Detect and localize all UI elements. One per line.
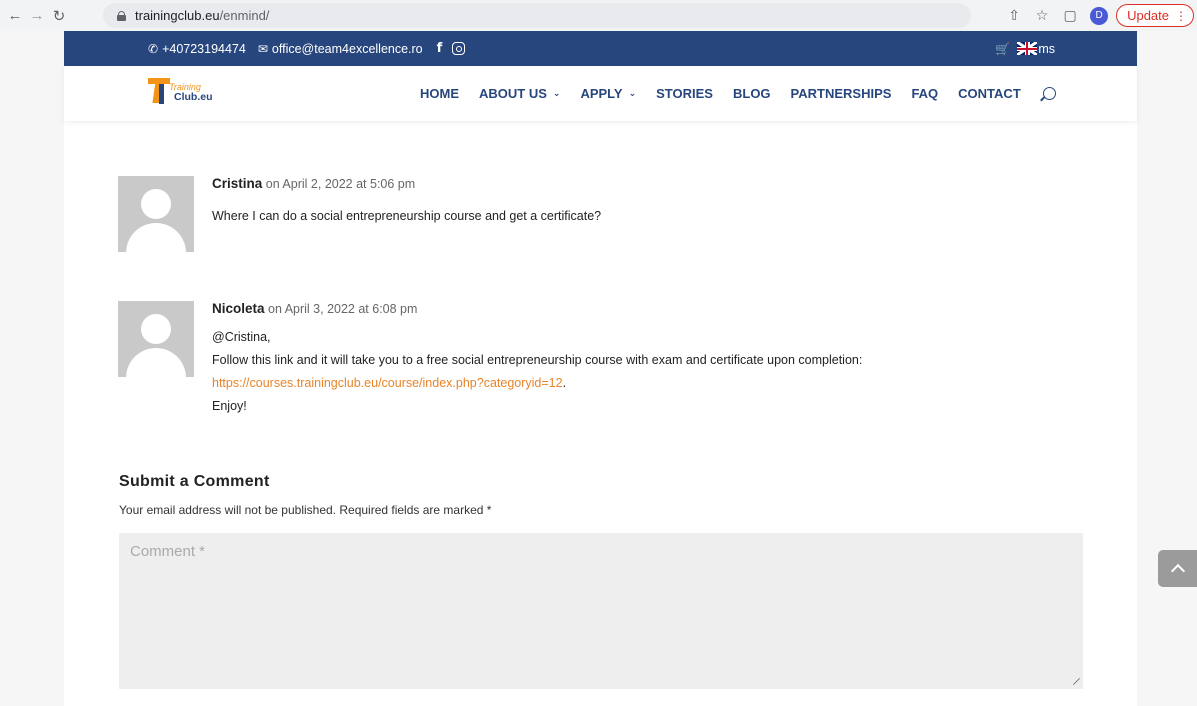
page-viewport: ✆ +40723194474 ✉ office@team4excellence.…: [0, 31, 1197, 706]
forward-icon[interactable]: →: [26, 5, 48, 27]
comment-content: Nicoleta on April 3, 2022 at 6:08 pm @Cr…: [212, 301, 1012, 418]
back-to-top-button[interactable]: [1158, 550, 1197, 587]
chevron-up-icon: [1170, 563, 1185, 579]
share-icon[interactable]: ⇧: [1002, 4, 1026, 28]
instagram-icon[interactable]: [452, 42, 466, 55]
chevron-down-icon: ⌄: [628, 88, 637, 98]
comment-text: Where I can do a social entrepreneurship…: [212, 209, 602, 223]
search-icon[interactable]: [1042, 87, 1056, 100]
comment-line: https://courses.trainingclub.eu/course/i…: [212, 376, 567, 390]
email-link[interactable]: ✉ office@team4excellence.ro: [258, 42, 423, 56]
site-header: Training Club.eu HOME ABOUT US ⌄ APPLY ⌄ S…: [64, 66, 1137, 121]
comment-item: Cristina on April 2, 2022 at 5:06 pm Whe…: [118, 176, 1018, 256]
topbar-right: 🛒 ms: [995, 31, 1055, 66]
url-path: /enmind/: [219, 8, 270, 23]
resize-handle-icon[interactable]: [1072, 677, 1080, 685]
nav-item-home[interactable]: HOME: [420, 86, 459, 101]
update-label: Update: [1127, 8, 1169, 23]
form-note: Your email address will not be published…: [119, 503, 492, 517]
nav-item-apply[interactable]: APPLY ⌄: [580, 86, 636, 101]
top-bar: ✆ +40723194474 ✉ office@team4excellence.…: [64, 31, 1137, 66]
more-menu-icon: ⋮: [1175, 8, 1187, 23]
language-code[interactable]: ms: [1038, 42, 1055, 56]
nav-item-faq[interactable]: FAQ: [911, 86, 938, 101]
comment-text: @Cristina, Follow this link and it will …: [212, 326, 1012, 418]
cart-icon[interactable]: 🛒: [995, 42, 1010, 56]
phone-link[interactable]: ✆ +40723194474: [148, 42, 246, 56]
nav-item-about-us[interactable]: ABOUT US ⌄: [479, 86, 560, 101]
comment-textarea[interactable]: [119, 533, 1083, 689]
comment-line: Enjoy!: [212, 399, 247, 413]
chevron-down-icon: ⌄: [552, 88, 561, 98]
browser-toolbar: ← → ↻ trainingclub.eu/enmind/ ⇧ ☆ ▢ D Up…: [0, 0, 1197, 31]
update-button[interactable]: Update ⋮: [1116, 4, 1194, 27]
comment-author[interactable]: Cristina: [212, 176, 262, 191]
comment-meta: Cristina on April 2, 2022 at 5:06 pm: [212, 176, 1012, 192]
comment-date[interactable]: on April 2, 2022 at 5:06 pm: [266, 177, 415, 191]
comment-item: Nicoleta on April 3, 2022 at 6:08 pm @Cr…: [118, 301, 1018, 441]
back-icon[interactable]: ←: [4, 5, 26, 27]
comment-date[interactable]: on April 3, 2022 at 6:08 pm: [268, 302, 417, 316]
profile-avatar[interactable]: D: [1090, 6, 1109, 25]
avatar: [118, 176, 194, 252]
comment-content: Cristina on April 2, 2022 at 5:06 pm Whe…: [212, 176, 1012, 228]
nav-item-contact[interactable]: CONTACT: [958, 86, 1021, 101]
nav-item-blog[interactable]: BLOG: [733, 86, 771, 101]
comment-line: @Cristina,: [212, 330, 271, 344]
email-address: office@team4excellence.ro: [271, 41, 423, 56]
browser-actions: ⇧ ☆ ▢ D Update ⋮: [998, 0, 1197, 31]
comment-line: Follow this link and it will take you to…: [212, 353, 863, 367]
comment-author[interactable]: Nicoleta: [212, 301, 265, 316]
logo-line2: Club.eu: [174, 91, 213, 103]
nav-item-stories[interactable]: STORIES: [656, 86, 713, 101]
course-link[interactable]: https://courses.trainingclub.eu/course/i…: [212, 376, 563, 390]
main-nav: HOME ABOUT US ⌄ APPLY ⌄ STORIES BLOG PARTN…: [420, 66, 1056, 121]
submit-comment-heading: Submit a Comment: [119, 473, 270, 490]
phone-number: +40723194474: [162, 41, 246, 56]
lock-icon: [117, 10, 126, 21]
envelope-icon: ✉: [257, 41, 268, 56]
facebook-icon[interactable]: f: [437, 41, 443, 56]
nav-item-partnerships[interactable]: PARTNERSHIPS: [791, 86, 892, 101]
uk-flag-icon[interactable]: [1017, 42, 1038, 55]
address-bar[interactable]: trainingclub.eu/enmind/: [103, 3, 971, 28]
side-panel-icon[interactable]: ▢: [1058, 4, 1082, 28]
comment-meta: Nicoleta on April 3, 2022 at 6:08 pm: [212, 301, 1012, 317]
url-host: trainingclub.eu: [135, 8, 220, 23]
bookmark-star-icon[interactable]: ☆: [1030, 4, 1054, 28]
avatar: [118, 301, 194, 377]
site-logo[interactable]: Training Club.eu: [148, 78, 230, 106]
site-container: ✆ +40723194474 ✉ office@team4excellence.…: [64, 31, 1137, 706]
phone-icon: ✆: [148, 41, 159, 56]
reload-icon[interactable]: ↻: [48, 5, 70, 27]
